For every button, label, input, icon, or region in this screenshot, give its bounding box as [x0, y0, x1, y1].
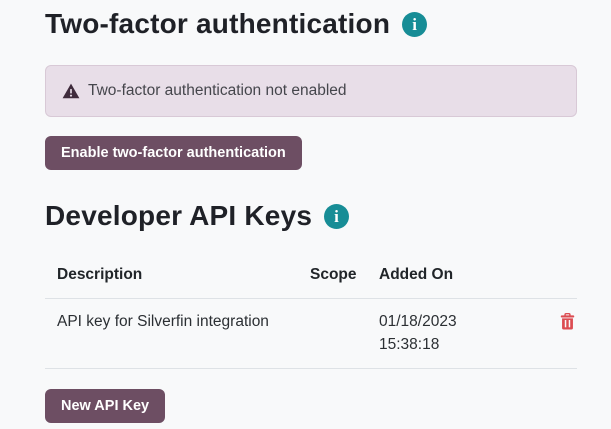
delete-api-key-button[interactable]	[560, 313, 575, 333]
column-header-description: Description	[45, 252, 298, 299]
column-header-actions	[532, 252, 577, 299]
api-key-description-cell: API key for Silverfin integration	[45, 299, 298, 369]
twofactor-section-title: Two-factor authentication i	[45, 8, 427, 40]
enable-twofactor-button[interactable]: Enable two-factor authentication	[45, 136, 302, 170]
column-header-added-on: Added On	[367, 252, 532, 299]
api-key-scope-cell	[298, 299, 367, 369]
api-key-actions-cell	[532, 299, 577, 369]
api-keys-table: Description Scope Added On API key for S…	[45, 252, 577, 369]
table-row: API key for Silverfin integration 01/18/…	[45, 299, 577, 369]
new-api-key-button[interactable]: New API Key	[45, 389, 165, 423]
settings-page: Two-factor authentication i Two-factor a…	[0, 0, 611, 423]
column-header-scope: Scope	[298, 252, 367, 299]
trash-icon	[560, 313, 575, 330]
twofactor-alert-text: Two-factor authentication not enabled	[88, 82, 347, 100]
twofactor-alert: Two-factor authentication not enabled	[45, 65, 577, 117]
table-header-row: Description Scope Added On	[45, 252, 577, 299]
info-circle-icon[interactable]: i	[402, 12, 427, 37]
warning-triangle-icon	[62, 82, 80, 100]
api-key-added-on-cell: 01/18/2023 15:38:18	[367, 299, 532, 369]
api-keys-title-text: Developer API Keys	[45, 200, 312, 232]
twofactor-title-text: Two-factor authentication	[45, 8, 390, 40]
api-keys-section-title: Developer API Keys i	[45, 200, 349, 232]
info-circle-icon[interactable]: i	[324, 204, 349, 229]
